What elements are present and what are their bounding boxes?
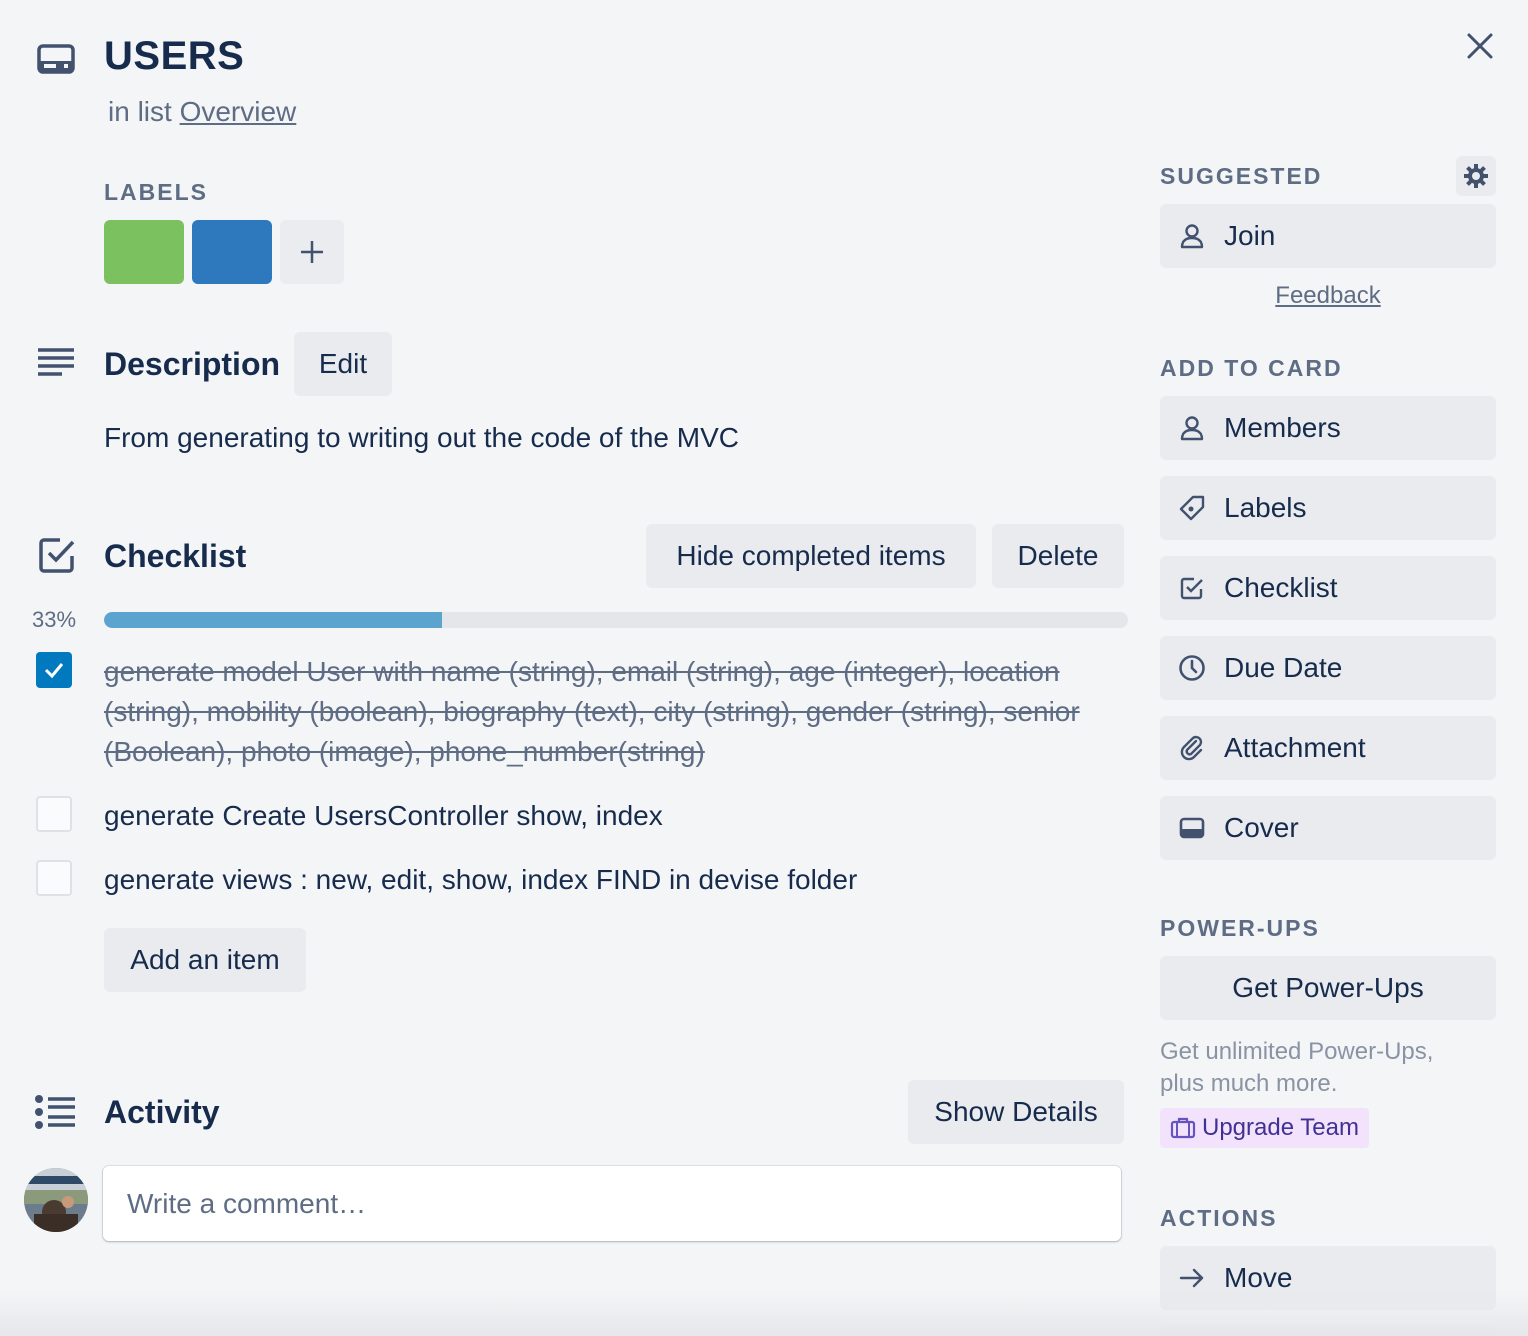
checklist-item-checkbox[interactable]: [36, 652, 72, 688]
labels-button[interactable]: Labels: [1160, 476, 1496, 540]
description-icon: [36, 346, 76, 382]
upgrade-team-label: Upgrade Team: [1202, 1114, 1359, 1141]
card-title[interactable]: USERS: [104, 34, 244, 79]
attachment-button[interactable]: Attachment: [1160, 716, 1496, 780]
checkmark-icon: [44, 663, 64, 679]
comment-input[interactable]: [127, 1187, 1097, 1220]
checklist-item-checkbox[interactable]: [36, 796, 72, 832]
checklist-item-text[interactable]: generate views : new, edit, show, index …: [104, 860, 857, 900]
card-icon: [36, 42, 76, 78]
person-icon: [1178, 414, 1206, 442]
checklist-heading: Checklist: [104, 538, 247, 574]
checklist-button[interactable]: Checklist: [1160, 556, 1496, 620]
briefcase-icon: [1170, 1117, 1196, 1139]
paperclip-icon: [1178, 734, 1206, 762]
checklist-percent: 33%: [32, 607, 77, 632]
clock-icon: [1178, 654, 1206, 682]
checklist-icon: [1178, 574, 1206, 602]
get-powerups-button[interactable]: Get Power-Ups: [1160, 956, 1496, 1020]
description-text[interactable]: From generating to writing out the code …: [104, 422, 739, 454]
members-label: Members: [1224, 412, 1341, 443]
label-chip-blue[interactable]: [192, 220, 272, 284]
cover-label: Cover: [1224, 812, 1299, 843]
add-label-button[interactable]: [280, 220, 344, 284]
join-label: Join: [1224, 220, 1276, 251]
checklist-progress-fill: [104, 612, 442, 628]
checklist-item-checkbox[interactable]: [36, 860, 72, 896]
checklist-item-text[interactable]: generate model User with name (string), …: [104, 652, 1104, 772]
bottom-fade: [0, 1290, 1528, 1336]
arrow-right-icon: [1178, 1264, 1206, 1292]
checklist-item-text[interactable]: generate Create UsersController show, in…: [104, 796, 663, 836]
comment-box[interactable]: [103, 1166, 1121, 1241]
due-date-button[interactable]: Due Date: [1160, 636, 1496, 700]
add-checklist-item-button[interactable]: Add an item: [104, 928, 306, 992]
show-details-button[interactable]: Show Details: [908, 1080, 1124, 1144]
delete-checklist-button[interactable]: Delete: [992, 524, 1124, 588]
tag-icon: [1178, 494, 1206, 522]
checklist-progress-bar: [104, 612, 1128, 628]
due-date-label: Due Date: [1224, 652, 1343, 683]
labels-label: Labels: [1224, 492, 1307, 523]
checklist-icon: [38, 536, 76, 574]
attachment-label: Attachment: [1224, 732, 1366, 763]
suggested-heading: SUGGESTED: [1160, 163, 1323, 189]
avatar[interactable]: [24, 1168, 88, 1232]
in-list-text: in list Overview: [108, 96, 296, 128]
feedback-link[interactable]: Feedback: [1160, 282, 1496, 310]
close-button[interactable]: [1458, 24, 1502, 68]
label-chip-green[interactable]: [104, 220, 184, 284]
checklist-label: Checklist: [1224, 572, 1338, 603]
list-name-link[interactable]: Overview: [180, 96, 297, 127]
activity-icon: [34, 1094, 76, 1130]
close-icon: [1467, 33, 1493, 59]
members-button[interactable]: Members: [1160, 396, 1496, 460]
person-icon: [1178, 222, 1206, 250]
cover-icon: [1178, 814, 1206, 842]
description-edit-button[interactable]: Edit: [294, 332, 392, 396]
add-to-card-heading: ADD TO CARD: [1160, 355, 1343, 381]
hide-completed-button[interactable]: Hide completed items: [646, 524, 976, 588]
description-heading: Description: [104, 346, 281, 382]
gear-icon: [1464, 164, 1488, 188]
plus-icon: [301, 241, 323, 263]
labels-heading: LABELS: [104, 179, 208, 205]
actions-heading: ACTIONS: [1160, 1205, 1278, 1231]
powerups-description: Get unlimited Power-Ups, plus much more.: [1160, 1038, 1434, 1097]
upgrade-team-button[interactable]: Upgrade Team: [1160, 1108, 1369, 1148]
join-button[interactable]: Join: [1160, 204, 1496, 268]
in-list-prefix: in list: [108, 96, 172, 127]
powerups-heading: POWER-UPS: [1160, 915, 1320, 941]
cover-button[interactable]: Cover: [1160, 796, 1496, 860]
activity-heading: Activity: [104, 1094, 220, 1130]
suggested-settings-button[interactable]: [1456, 156, 1496, 196]
